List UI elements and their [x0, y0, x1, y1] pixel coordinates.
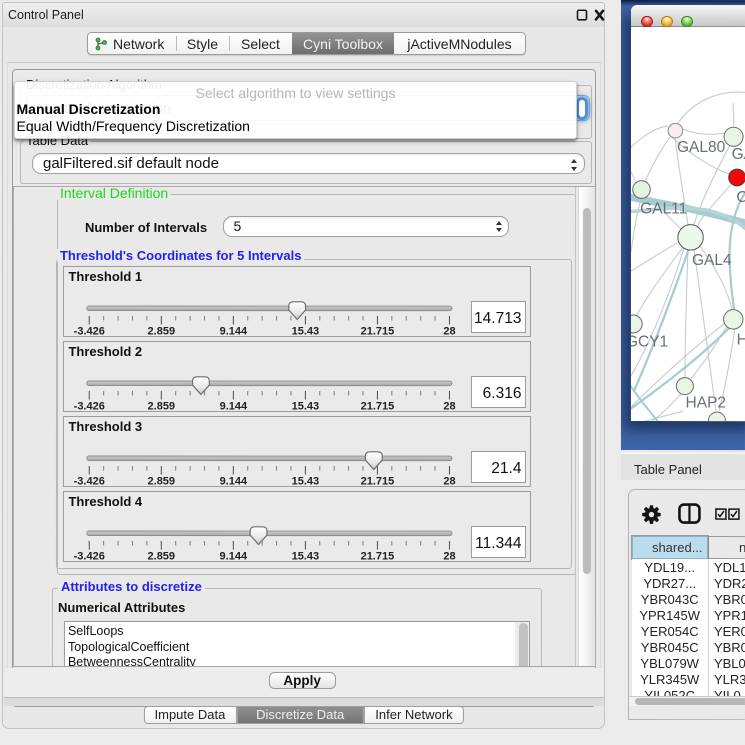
svg-text:28: 28 — [443, 400, 455, 412]
svg-text:GAL11: GAL11 — [640, 201, 687, 218]
svg-text:15.43: 15.43 — [292, 550, 320, 562]
svg-text:9.144: 9.144 — [220, 475, 248, 487]
svg-text:21.715: 21.715 — [361, 475, 395, 487]
svg-text:28: 28 — [443, 325, 455, 337]
svg-text:HI: HI — [737, 332, 745, 349]
svg-text:9.144: 9.144 — [220, 325, 248, 337]
svg-text:21.715: 21.715 — [361, 325, 395, 337]
svg-text:C: C — [736, 189, 745, 206]
svg-text:-3.426: -3.426 — [74, 400, 105, 412]
svg-text:-3.426: -3.426 — [74, 475, 105, 487]
svg-text:28: 28 — [443, 550, 455, 562]
svg-text:-3.426: -3.426 — [74, 325, 105, 337]
svg-text:2.859: 2.859 — [148, 400, 176, 412]
svg-text:21.715: 21.715 — [361, 550, 395, 562]
svg-text:2.859: 2.859 — [148, 325, 176, 337]
svg-text:28: 28 — [443, 475, 455, 487]
svg-text:GAL80: GAL80 — [677, 139, 726, 156]
svg-text:HAP2: HAP2 — [686, 395, 727, 412]
svg-text:GAL4: GAL4 — [692, 252, 732, 269]
svg-text:2.859: 2.859 — [148, 475, 176, 487]
svg-text:GA: GA — [732, 146, 745, 163]
svg-text:-3.426: -3.426 — [74, 550, 105, 562]
svg-text:21.715: 21.715 — [361, 400, 395, 412]
svg-text:15.43: 15.43 — [292, 475, 320, 487]
svg-text:2.859: 2.859 — [148, 550, 176, 562]
svg-text:15.43: 15.43 — [292, 325, 320, 337]
svg-text:9.144: 9.144 — [220, 400, 248, 412]
svg-text:GCY1: GCY1 — [631, 334, 668, 351]
svg-text:15.43: 15.43 — [292, 400, 320, 412]
svg-text:9.144: 9.144 — [220, 550, 248, 562]
